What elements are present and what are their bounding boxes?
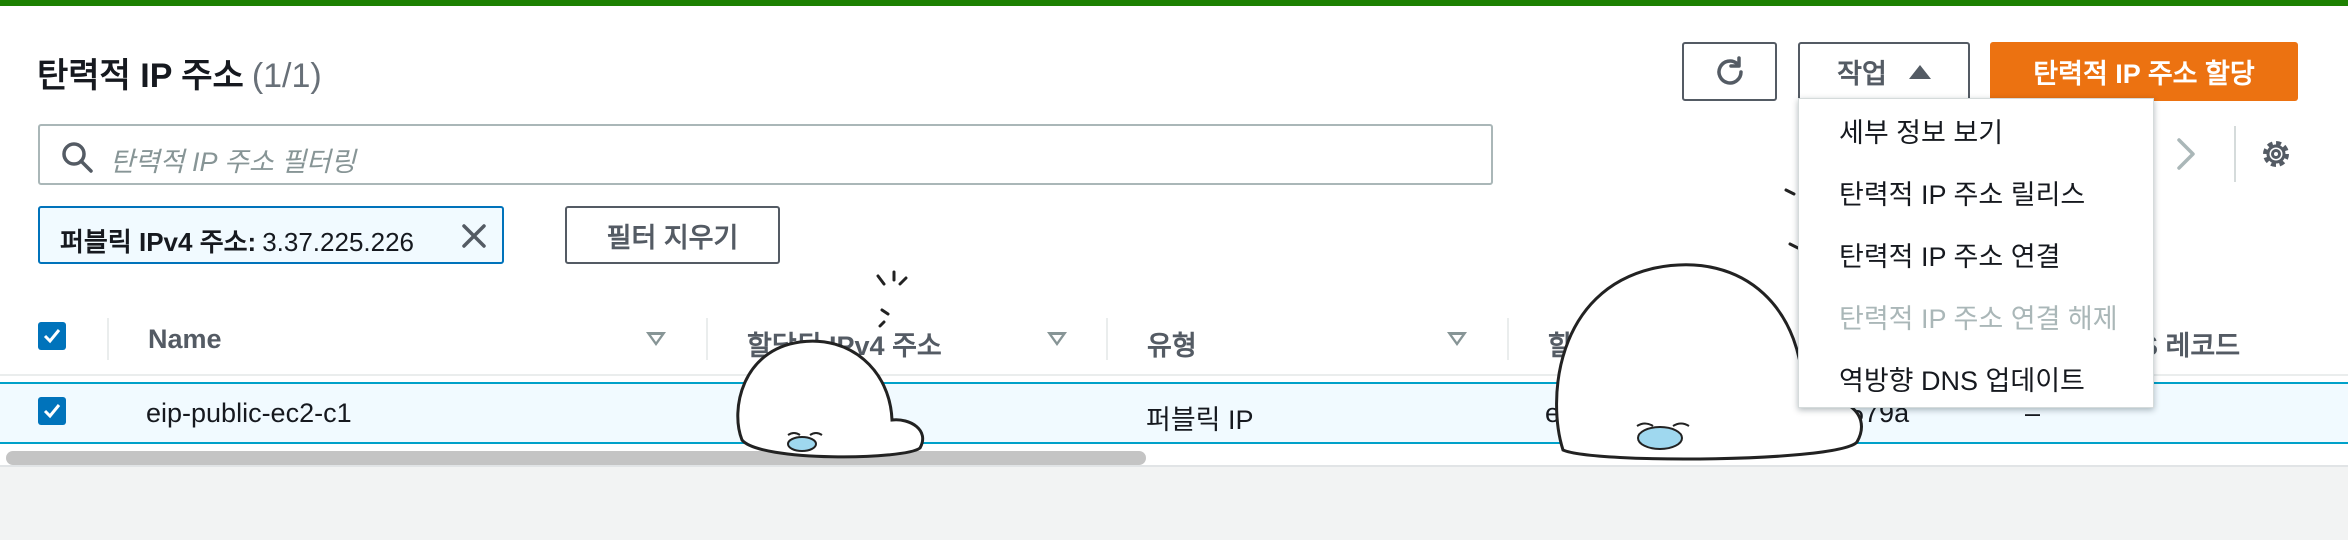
horizontal-scrollbar[interactable] [6,451,1146,465]
settings-icon[interactable] [2258,136,2294,172]
search-input[interactable]: 탄력적 IP 주소 필터링 [110,140,356,179]
caret-up-icon [1908,64,1931,79]
toolbar-divider [2234,126,2236,182]
select-all-checkbox[interactable] [38,322,66,350]
checkbox-checked-icon [43,404,61,419]
actions-button-label: 작업 [1837,59,1887,89]
column-header-dns[interactable]: S 레코드 [2140,324,2240,363]
filter-token-label: 퍼블릭 IPv4 주소: [60,227,257,257]
column-separator [107,318,109,360]
sort-icon[interactable] [1047,332,1067,346]
page-title: 탄력적 IP 주소 (1/1) [37,48,322,97]
column-separator [1106,318,1108,360]
sleeping-blob-sticker [736,339,924,459]
menu-item-update-reverse-dns[interactable]: 역방향 DNS 업데이트 [1839,359,2085,398]
actions-dropdown-menu: 세부 정보 보기 탄력적 IP 주소 릴리스 탄력적 IP 주소 연결 탄력적 … [1798,98,2154,408]
filter-token-value: 3.37.225.226 [262,227,415,257]
sort-icon[interactable] [646,332,666,346]
column-header-name[interactable]: Name [148,324,222,355]
search-icon [62,142,93,173]
row-type: 퍼블릭 IP [1146,405,1254,435]
refresh-button[interactable] [1682,42,1777,101]
refresh-icon [1716,55,1743,85]
menu-item-disassociate: 탄력적 IP 주소 연결 해제 [1839,304,2118,334]
row-name: eip-public-ec2-c1 [146,398,352,428]
menu-item-release[interactable]: 탄력적 IP 주소 릴리스 [1839,173,2085,212]
clear-filters-button[interactable]: 필터 지우기 [565,206,780,264]
column-separator [706,318,708,360]
column-header-type[interactable]: 유형 [1147,324,1197,363]
chevron-right-icon[interactable] [2175,136,2197,172]
menu-item-view-details[interactable]: 세부 정보 보기 [1839,111,2003,150]
sort-icon[interactable] [1447,332,1467,346]
filter-token: 퍼블릭 IPv4 주소: 3.37.225.226 [38,206,504,264]
row-checkbox[interactable] [38,397,66,425]
search-field[interactable]: 탄력적 IP 주소 필터링 [38,124,1493,185]
checkbox-checked-icon [43,329,61,344]
allocate-elastic-ip-button[interactable]: 탄력적 IP 주소 할당 [1990,42,2298,101]
page-title-text: 탄력적 IP 주소 [37,57,244,95]
column-separator [1507,318,1509,360]
actions-button[interactable]: 작업 [1798,42,1970,101]
close-icon[interactable] [460,222,488,250]
sparkle-sticker [876,270,908,328]
menu-item-associate[interactable]: 탄력적 IP 주소 연결 [1839,235,2060,274]
filter-token-text: 퍼블릭 IPv4 주소: 3.37.225.226 [60,222,414,259]
selection-count: (1/1) [251,57,322,95]
